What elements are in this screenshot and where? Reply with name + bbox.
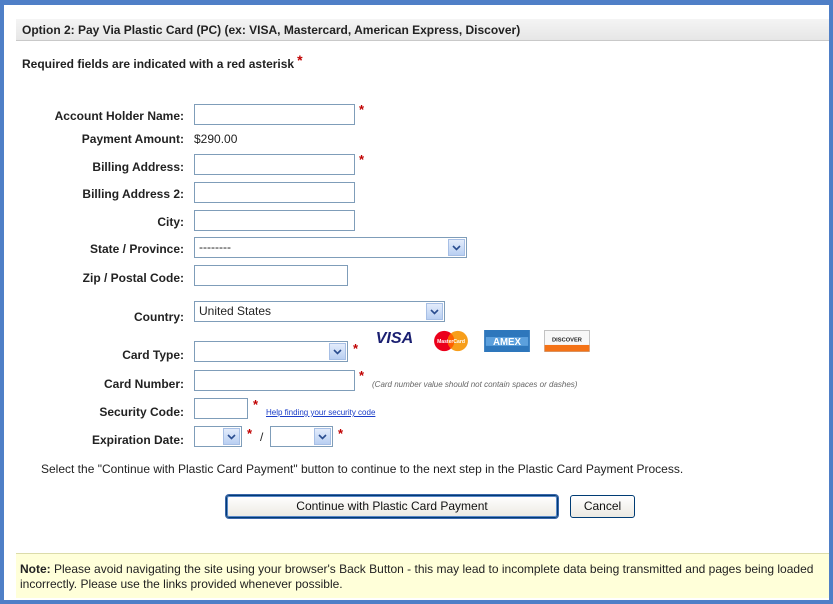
account-holder-required-mark: * xyxy=(359,102,365,117)
expiration-year-select[interactable] xyxy=(270,426,333,447)
note-text: Please avoid navigating the site using y… xyxy=(20,562,814,591)
chevron-down-icon[interactable] xyxy=(223,428,240,445)
expiration-month-required-mark: * xyxy=(247,426,253,441)
section-title: Option 2: Pay Via Plastic Card (PC) (ex:… xyxy=(22,23,521,37)
city-label: City: xyxy=(157,215,184,229)
zip-input[interactable] xyxy=(194,265,348,286)
expiration-separator: / xyxy=(260,430,264,444)
country-select[interactable]: United States xyxy=(194,301,445,322)
visa-logo-text: VISA xyxy=(376,329,414,347)
card-number-hint: (Card number value should not contain sp… xyxy=(372,380,578,389)
card-number-required-mark: * xyxy=(359,368,365,383)
chevron-down-icon[interactable] xyxy=(448,239,465,256)
payment-amount-value: $290.00 xyxy=(194,132,238,146)
mastercard-logo-text: MasterCard xyxy=(437,339,465,345)
security-code-required-mark: * xyxy=(253,397,259,412)
billing-address2-input[interactable] xyxy=(194,182,355,203)
cancel-button[interactable]: Cancel xyxy=(570,495,635,518)
expiration-date-label: Expiration Date: xyxy=(91,433,184,447)
required-note-asterisk: * xyxy=(297,52,303,68)
continue-payment-button[interactable]: Continue with Plastic Card Payment xyxy=(226,495,558,518)
billing-address-label: Billing Address: xyxy=(92,160,184,174)
security-code-help-link[interactable]: Help finding your security code xyxy=(266,408,375,417)
required-fields-note: Required fields are indicated with a red… xyxy=(22,52,303,71)
section-header: Option 2: Pay Via Plastic Card (PC) (ex:… xyxy=(16,19,829,41)
expiration-month-select[interactable] xyxy=(194,426,242,447)
account-holder-input[interactable] xyxy=(194,104,355,125)
chevron-down-icon[interactable] xyxy=(426,303,443,320)
discover-logo: DISCOVER xyxy=(544,330,590,352)
instructions-text: Select the "Continue with Plastic Card P… xyxy=(41,462,684,476)
security-code-input[interactable] xyxy=(194,398,248,419)
billing-address-required-mark: * xyxy=(359,152,365,167)
note-prefix: Note: xyxy=(20,562,51,576)
visa-logo: VISA xyxy=(376,329,414,347)
mastercard-logo: MasterCard xyxy=(434,330,468,352)
account-holder-label: Account Holder Name: xyxy=(54,109,184,123)
required-note-text: Required fields are indicated with a red… xyxy=(22,57,295,71)
city-input[interactable] xyxy=(194,210,355,231)
billing-address-input[interactable] xyxy=(194,154,355,175)
country-label: Country: xyxy=(134,310,184,324)
amex-logo-text: AMEX xyxy=(493,337,521,348)
billing-address2-label: Billing Address 2: xyxy=(82,187,184,201)
payment-amount-label: Payment Amount: xyxy=(81,132,184,146)
card-number-input[interactable] xyxy=(194,370,355,391)
navigation-note: Note: Please avoid navigating the site u… xyxy=(16,553,829,598)
state-select[interactable]: -------- xyxy=(194,237,467,258)
card-type-select[interactable] xyxy=(194,341,348,362)
security-code-label: Security Code: xyxy=(99,405,184,419)
discover-logo-text: DISCOVER xyxy=(552,337,583,343)
amex-logo: AMEX xyxy=(484,330,530,352)
zip-label: Zip / Postal Code: xyxy=(82,271,184,285)
card-type-label: Card Type: xyxy=(122,348,184,362)
chevron-down-icon[interactable] xyxy=(329,343,346,360)
state-label: State / Province: xyxy=(89,242,184,256)
country-select-value: United States xyxy=(199,304,272,318)
page-frame: Option 2: Pay Via Plastic Card (PC) (ex:… xyxy=(0,0,833,604)
chevron-down-icon[interactable] xyxy=(314,428,331,445)
card-number-label: Card Number: xyxy=(103,377,184,391)
card-type-required-mark: * xyxy=(353,341,359,356)
expiration-year-required-mark: * xyxy=(338,426,344,441)
state-select-value: -------- xyxy=(199,240,231,254)
